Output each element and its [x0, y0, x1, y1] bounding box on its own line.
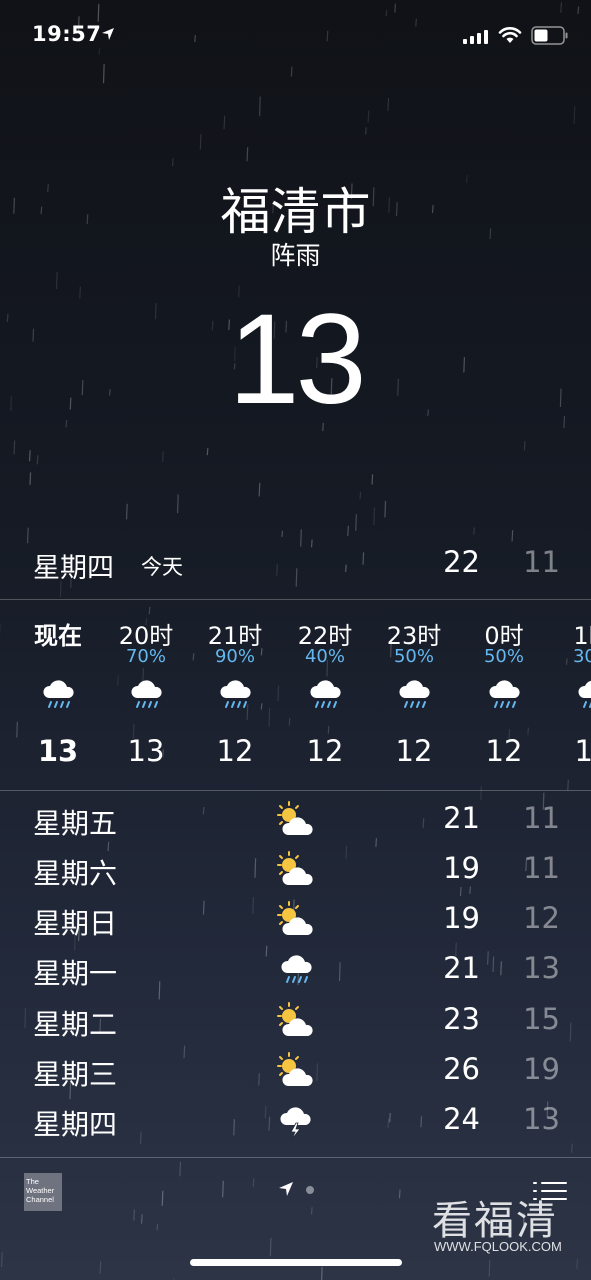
- partly-cloudy-icon: [277, 851, 314, 886]
- partly-cloudy-icon: [277, 1052, 314, 1087]
- location-arrow-icon: [102, 28, 114, 40]
- hour-precip-chance: 70%: [125, 646, 166, 667]
- day-high-temp: 21: [443, 951, 480, 985]
- wifi-icon: [498, 27, 522, 43]
- hour-precip-chance: 50%: [483, 646, 524, 667]
- hour-precip-chance: 40%: [304, 646, 345, 667]
- page-indicator-dot[interactable]: [306, 1186, 314, 1194]
- daily-row: 星期一 21 13: [0, 946, 591, 996]
- day-high-temp: 24: [443, 1102, 480, 1136]
- day-name: 星期日: [33, 907, 118, 940]
- day-high-temp: 26: [443, 1052, 480, 1086]
- daily-row: 星期三 26 19: [0, 1047, 591, 1097]
- hour-temp: 13: [127, 734, 165, 768]
- rain-cloud-icon: [398, 679, 431, 708]
- today-high-temp: 22: [443, 545, 480, 579]
- hour-time: 现在: [34, 622, 82, 650]
- divider: [0, 790, 591, 791]
- day-high-temp: 19: [443, 851, 480, 885]
- rain-cloud-icon: [488, 679, 521, 708]
- watermark-title: 看福清: [432, 1198, 558, 1244]
- thunderstorm-icon: [280, 1107, 311, 1140]
- cellular-signal-icon: [463, 30, 488, 44]
- day-low-temp: 12: [523, 901, 560, 935]
- day-name: 星期六: [33, 857, 118, 890]
- day-name: 星期二: [33, 1008, 118, 1041]
- partly-cloudy-icon: [277, 801, 314, 836]
- home-indicator[interactable]: [190, 1259, 402, 1266]
- hourly-forecast[interactable]: 现在 13 20时 70% 13 21时 90% 12 22时 40% 12 2…: [0, 600, 591, 790]
- hour-temp: 13: [37, 734, 79, 768]
- daily-row: 星期四 24 13: [0, 1097, 591, 1147]
- hour-temp: 12: [485, 734, 523, 768]
- day-high-temp: 21: [443, 801, 480, 835]
- hour-temp: 12: [574, 734, 591, 768]
- day-name: 星期四: [33, 1108, 118, 1141]
- hour-precip-chance: 90%: [214, 646, 255, 667]
- current-location-page-icon[interactable]: [278, 1181, 294, 1197]
- hour-precip-chance: 50%: [393, 646, 434, 667]
- day-high-temp: 19: [443, 901, 480, 935]
- daily-row: 星期五 21 11: [0, 796, 591, 846]
- partly-cloudy-icon: [277, 1002, 314, 1037]
- divider: [0, 1157, 591, 1158]
- day-high-temp: 23: [443, 1002, 480, 1036]
- today-day-name: 星期四: [33, 553, 114, 584]
- day-low-temp: 15: [523, 1002, 560, 1036]
- day-low-temp: 11: [523, 801, 560, 835]
- daily-row: 星期日 19 12: [0, 896, 591, 946]
- rain-cloud-icon: [130, 679, 163, 708]
- today-low-temp: 11: [523, 545, 560, 579]
- rain-cloud-icon: [577, 679, 591, 708]
- partly-cloudy-icon: [277, 901, 314, 936]
- day-name: 星期一: [33, 957, 118, 990]
- day-name: 星期五: [33, 807, 118, 840]
- daily-row: 星期二 23 15: [0, 997, 591, 1047]
- hour-temp: 12: [395, 734, 433, 768]
- city-name: 福清市: [220, 183, 371, 241]
- hour-temp: 12: [216, 734, 254, 768]
- day-name: 星期三: [33, 1058, 118, 1091]
- hour-temp: 12: [306, 734, 344, 768]
- day-low-temp: 13: [523, 1102, 560, 1136]
- rain-cloud-icon: [42, 679, 75, 708]
- daily-row: 星期六 19 11: [0, 846, 591, 896]
- status-time: 19:57: [32, 22, 102, 46]
- day-low-temp: 19: [523, 1052, 560, 1086]
- weather-channel-logo[interactable]: The Weather Channel: [24, 1173, 62, 1211]
- today-label: 今天: [141, 555, 183, 579]
- current-temperature: 13: [228, 288, 366, 431]
- battery-icon: [531, 26, 568, 45]
- watermark-url: WWW.FQLOOK.COM: [434, 1239, 562, 1254]
- rain-cloud-icon: [309, 679, 342, 708]
- current-condition: 阵雨: [270, 241, 321, 270]
- day-low-temp: 13: [523, 951, 560, 985]
- rain-cloud-icon: [280, 954, 313, 983]
- rain-cloud-icon: [219, 679, 252, 708]
- day-low-temp: 11: [523, 851, 560, 885]
- hour-precip-chance: 30%: [572, 646, 591, 667]
